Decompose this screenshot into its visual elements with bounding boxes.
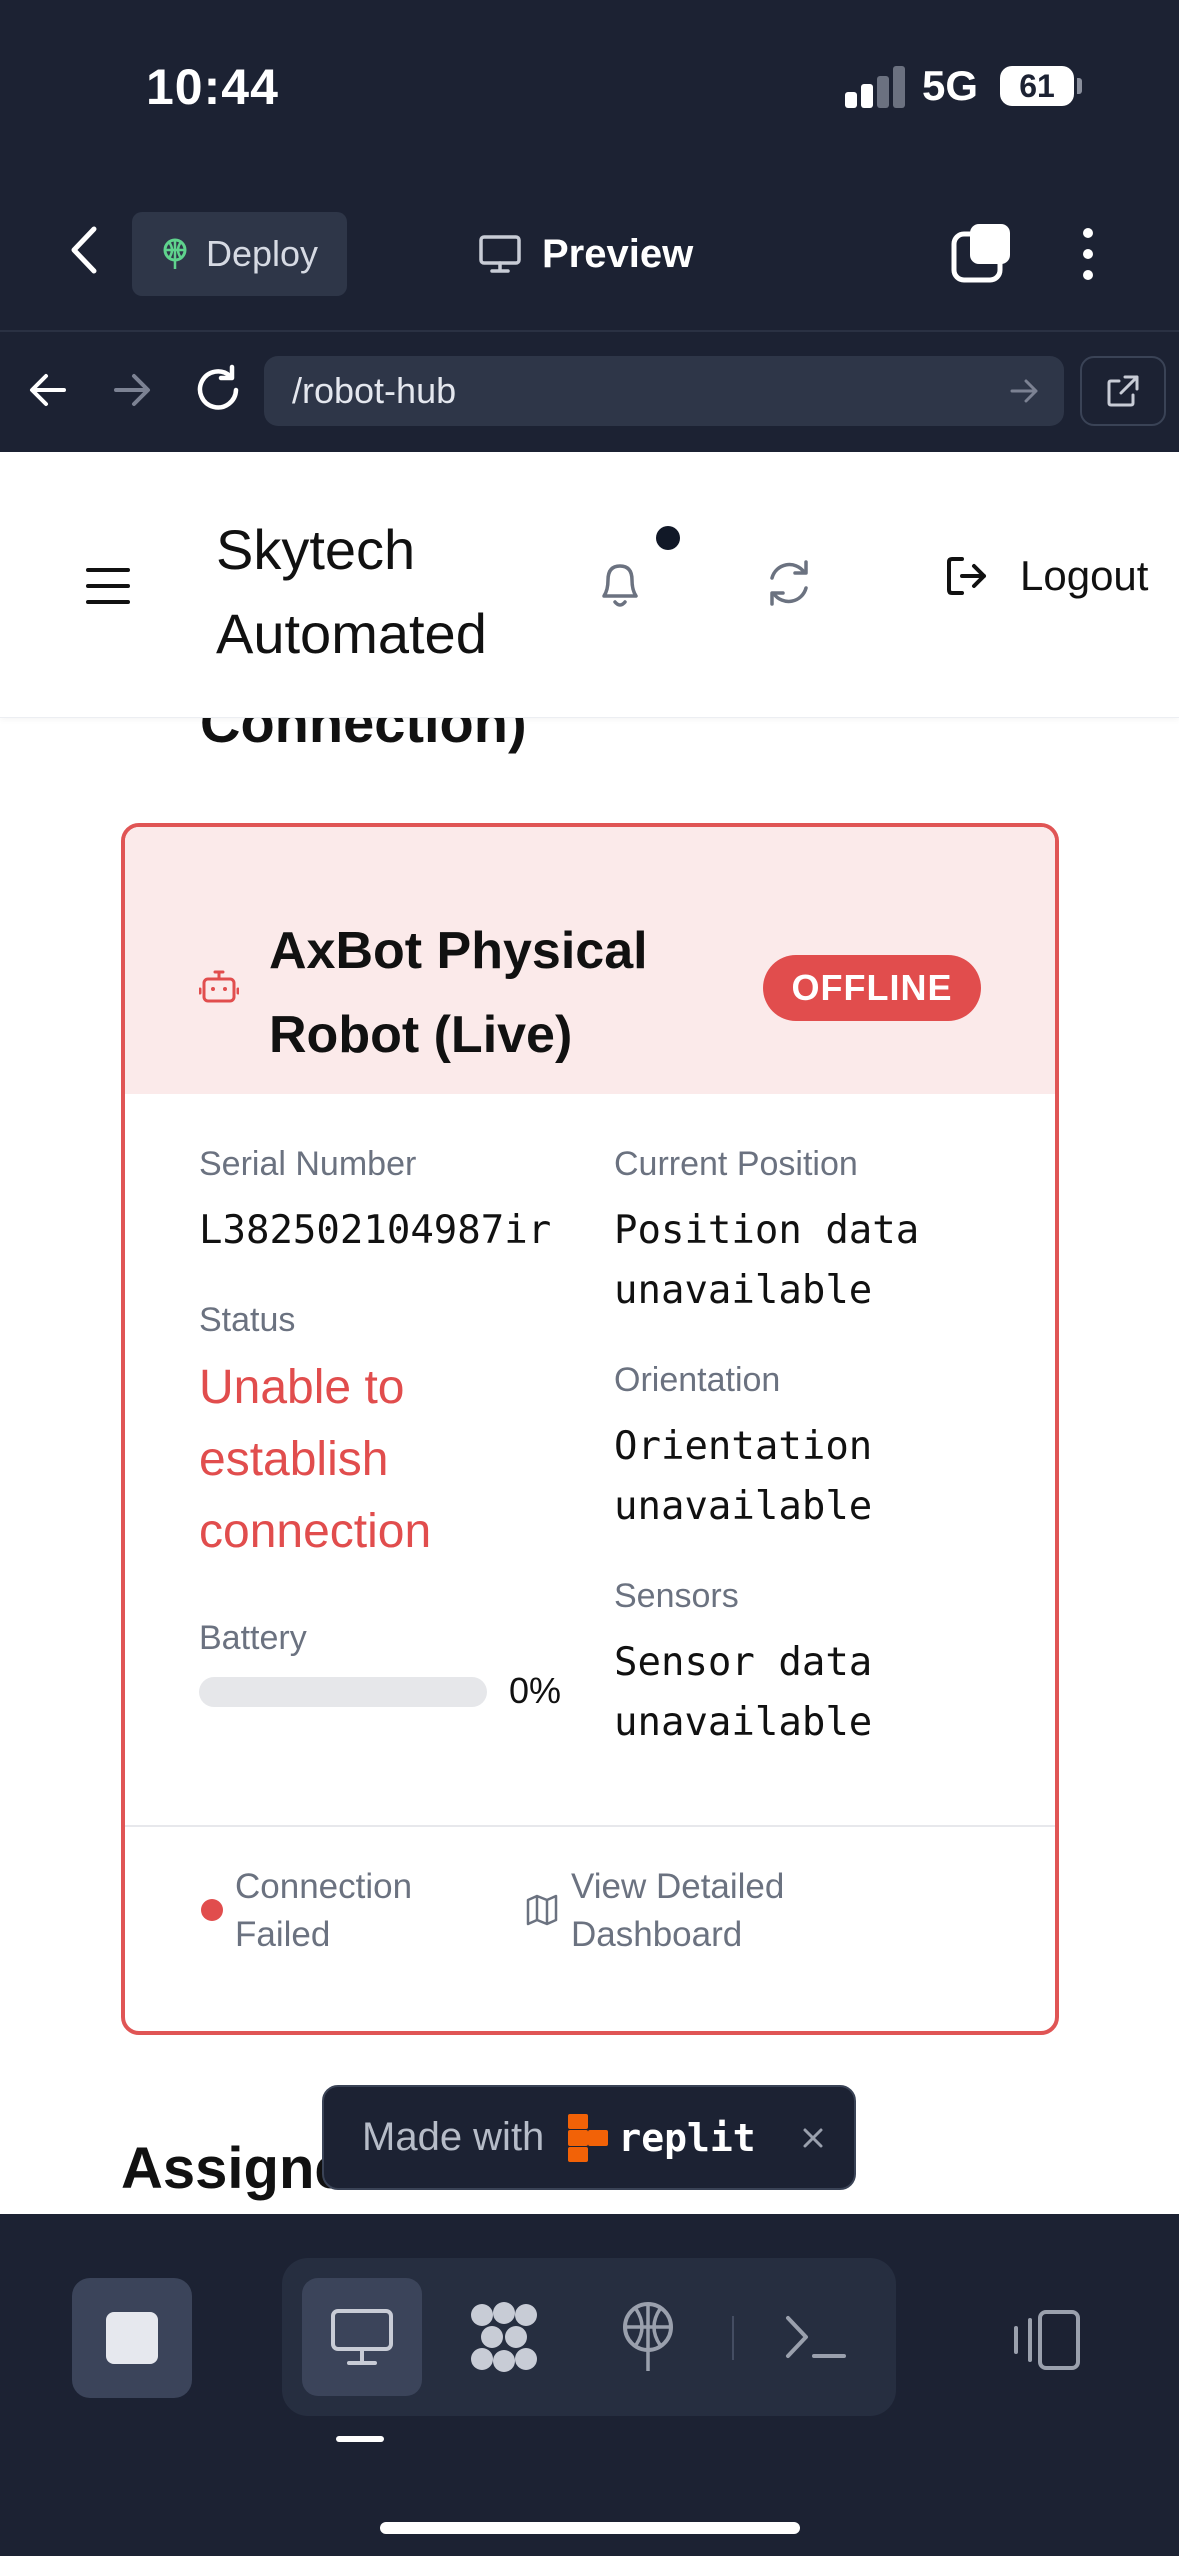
status-value: Unable to establish connection bbox=[199, 1361, 432, 1558]
battery-label: Battery bbox=[199, 1619, 307, 1657]
robot-card: AxBot Physical Robot (Live) OFFLINE Seri… bbox=[121, 823, 1059, 2035]
home-indicator bbox=[380, 2522, 800, 2534]
terminal-icon bbox=[786, 2316, 846, 2358]
deploy-button[interactable]: Deploy bbox=[132, 212, 347, 296]
network-type: 5G bbox=[922, 62, 979, 109]
brand-title: Skytech Automated bbox=[216, 518, 487, 665]
replit-brand-text: replit bbox=[618, 2115, 756, 2160]
more-vertical-icon[interactable] bbox=[1068, 224, 1108, 284]
bottom-toolbar bbox=[0, 2214, 1179, 2556]
robot-card-header: AxBot Physical Robot (Live) OFFLINE bbox=[125, 827, 1055, 1094]
position-label: Current Position bbox=[614, 1145, 858, 1183]
battery-progress-bar bbox=[199, 1677, 487, 1707]
made-with-text: Made with bbox=[362, 2115, 545, 2159]
tabs-icon[interactable] bbox=[950, 222, 1014, 286]
chrome-divider bbox=[0, 330, 1179, 332]
close-icon[interactable] bbox=[798, 2123, 828, 2153]
stop-button[interactable] bbox=[72, 2278, 192, 2398]
preview-tool-button[interactable] bbox=[302, 2278, 422, 2396]
signal-icon bbox=[845, 66, 907, 108]
logout-button[interactable]: Logout bbox=[944, 552, 1148, 600]
status-time: 10:44 bbox=[146, 59, 279, 115]
notification-dot bbox=[656, 526, 680, 550]
url-text: /robot-hub bbox=[292, 370, 457, 411]
stop-icon bbox=[106, 2312, 158, 2364]
deploy-tool-icon bbox=[623, 2302, 673, 2371]
replit-logo-icon bbox=[568, 2113, 609, 2162]
toolbar-separator bbox=[732, 2316, 734, 2360]
battery-percent: 0% bbox=[509, 1670, 562, 1711]
logout-icon bbox=[947, 557, 986, 595]
url-input[interactable]: /robot-hub bbox=[264, 356, 1064, 426]
browser-chrome: 10:44 5G 61 Deploy Preview /robot-hub bbox=[0, 0, 1179, 452]
connection-status: Connection Failed bbox=[235, 1867, 413, 1954]
serial-label: Serial Number bbox=[199, 1145, 417, 1183]
serial-value: L382502104987ir bbox=[199, 1208, 552, 1253]
orientation-value: Orientation unavailable bbox=[614, 1424, 873, 1529]
arrow-right-icon[interactable] bbox=[108, 366, 156, 414]
orientation-label: Orientation bbox=[614, 1361, 781, 1399]
logout-label: Logout bbox=[1020, 552, 1149, 599]
extensions-icon bbox=[471, 2302, 537, 2372]
status-label: Status bbox=[199, 1301, 296, 1339]
refresh-icon[interactable] bbox=[762, 556, 816, 610]
sensors-label: Sensors bbox=[614, 1577, 739, 1615]
battery-indicator: 61 bbox=[1000, 66, 1074, 106]
view-dashboard-link[interactable]: View Detailed Dashboard bbox=[571, 1863, 891, 1959]
devices-icon[interactable] bbox=[1010, 2308, 1082, 2372]
preview-tab[interactable]: Preview bbox=[478, 222, 693, 286]
chevron-left-icon[interactable] bbox=[60, 225, 110, 275]
extensions-tool-button[interactable] bbox=[444, 2278, 564, 2396]
arrow-left-icon[interactable] bbox=[24, 366, 72, 414]
tool-group bbox=[282, 2258, 896, 2416]
active-tool-indicator bbox=[336, 2436, 384, 2442]
monitor-icon bbox=[479, 235, 521, 273]
sensors-value: Sensor data unavailable bbox=[614, 1640, 873, 1745]
connection-status-dot bbox=[201, 1899, 223, 1921]
external-link-icon bbox=[1107, 375, 1139, 407]
status-badge: OFFLINE bbox=[763, 955, 981, 1021]
deploy-tool-button[interactable] bbox=[588, 2278, 708, 2396]
preview-tool-icon bbox=[331, 2309, 393, 2365]
map-icon bbox=[526, 1894, 558, 1926]
card-divider bbox=[125, 1825, 1055, 1827]
made-with-replit-banner[interactable]: Made with replit bbox=[322, 2085, 856, 2190]
robot-name: AxBot Physical Robot (Live) bbox=[269, 922, 648, 1064]
deploy-icon bbox=[163, 238, 187, 269]
menu-icon[interactable] bbox=[86, 568, 130, 604]
bell-icon[interactable] bbox=[594, 556, 646, 612]
battery-tip bbox=[1077, 78, 1082, 94]
position-value: Position data unavailable bbox=[614, 1208, 920, 1313]
robot-icon bbox=[199, 970, 239, 1003]
go-arrow-icon[interactable] bbox=[1006, 373, 1042, 409]
deploy-label: Deploy bbox=[206, 233, 319, 274]
replit-logo: replit bbox=[568, 2113, 756, 2162]
preview-label: Preview bbox=[542, 231, 694, 276]
external-link-button[interactable] bbox=[1080, 356, 1166, 426]
reload-icon[interactable] bbox=[192, 364, 244, 416]
app-header: Skytech Automated Logout bbox=[0, 452, 1179, 718]
terminal-tool-button[interactable] bbox=[756, 2278, 876, 2396]
